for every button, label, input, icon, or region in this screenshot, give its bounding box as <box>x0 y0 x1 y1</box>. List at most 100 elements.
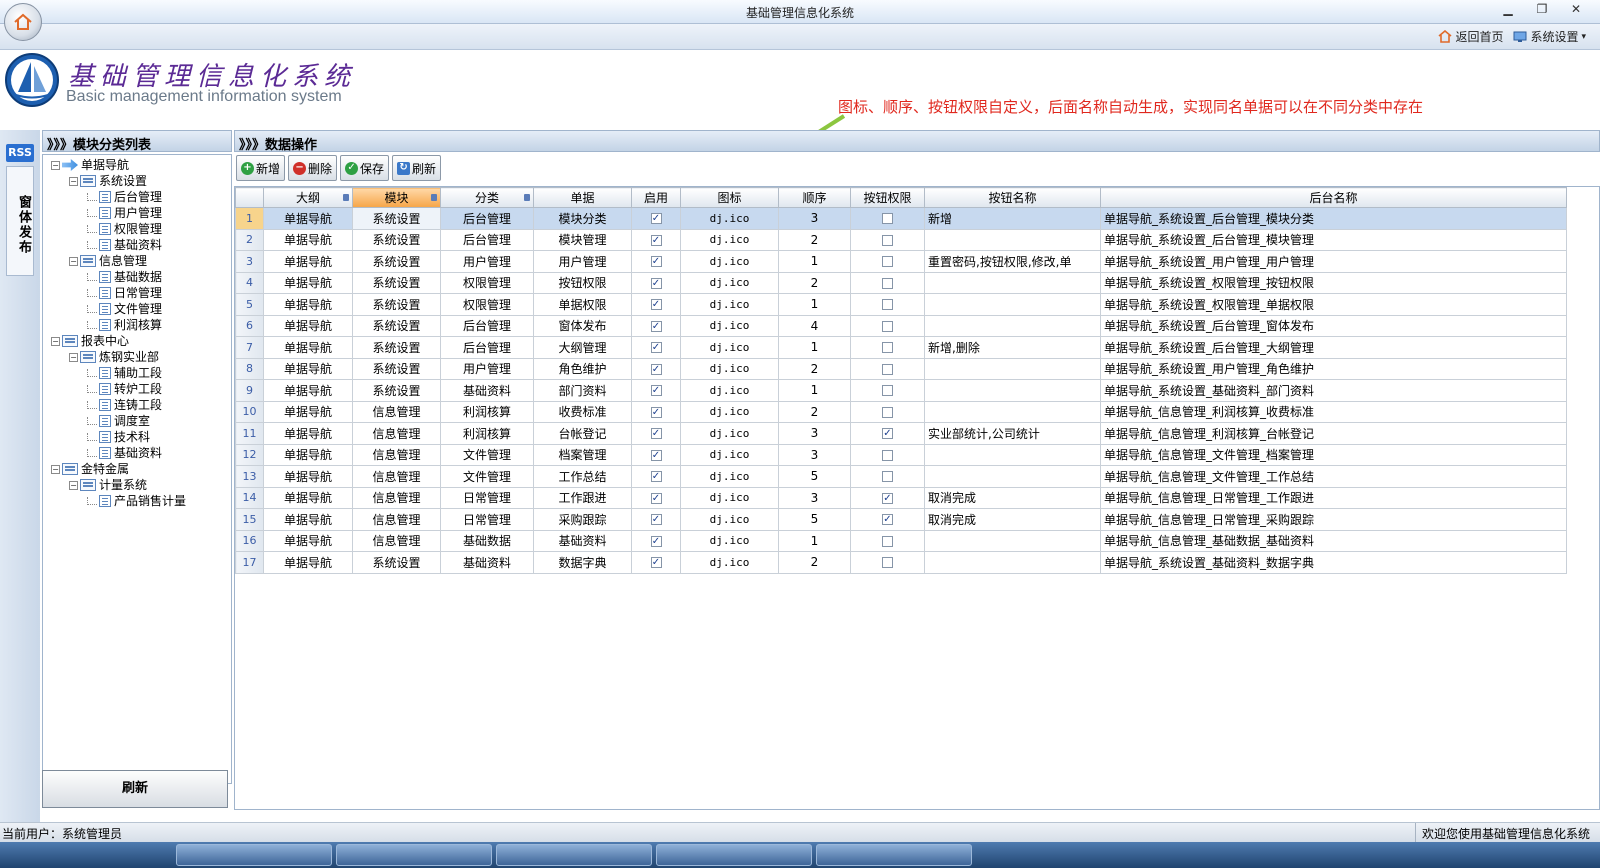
category-cell[interactable]: 权限管理 <box>440 293 534 316</box>
column-header-outline[interactable]: 大纲 <box>263 187 353 208</box>
tree-node[interactable]: 基础资料 <box>43 445 231 461</box>
table-row[interactable]: 6 单据导航 系统设置 后台管理 窗体发布 ✓ dj.ico 4 单据导航_系统设置_后台管理_… <box>235 314 1567 337</box>
backend-name-cell[interactable]: 单据导航_系统设置_后台管理_模块管理 <box>1100 228 1567 251</box>
column-header-document[interactable]: 单据 <box>533 187 632 208</box>
checked-checkbox[interactable]: ✓ <box>882 514 893 526</box>
unchecked-checkbox[interactable] <box>882 385 893 397</box>
button-permission-cell[interactable] <box>850 551 925 574</box>
row-number-cell[interactable]: 3 <box>235 250 264 273</box>
tree-node[interactable]: 连铸工段 <box>43 397 231 413</box>
taskbar-item[interactable] <box>336 844 492 866</box>
category-cell[interactable]: 用户管理 <box>440 250 534 273</box>
tree-node[interactable]: − 炼钢实业部 <box>43 349 231 365</box>
icon-cell[interactable]: dj.ico <box>680 529 779 552</box>
enabled-cell[interactable]: ✓ <box>631 357 681 380</box>
backend-name-cell[interactable]: 单据导航_信息管理_利润核算_收费标准 <box>1100 400 1567 423</box>
outline-cell[interactable]: 单据导航 <box>263 379 353 402</box>
category-cell[interactable]: 文件管理 <box>440 465 534 488</box>
category-cell[interactable]: 日常管理 <box>440 486 534 509</box>
button-name-cell[interactable] <box>924 551 1101 574</box>
checked-checkbox[interactable]: ✓ <box>650 213 662 225</box>
tree-node[interactable]: 转炉工段 <box>43 381 231 397</box>
checked-checkbox[interactable]: ✓ <box>650 342 662 354</box>
icon-cell[interactable]: dj.ico <box>680 207 779 230</box>
category-cell[interactable]: 日常管理 <box>440 508 534 531</box>
document-cell[interactable]: 单据权限 <box>533 293 632 316</box>
checked-checkbox[interactable]: ✓ <box>650 406 662 418</box>
tree-node[interactable]: − 金特金属 <box>43 461 231 477</box>
document-cell[interactable]: 基础资料 <box>533 529 632 552</box>
icon-cell[interactable]: dj.ico <box>680 508 779 531</box>
checked-checkbox[interactable]: ✓ <box>650 449 662 461</box>
icon-cell[interactable]: dj.ico <box>680 271 779 294</box>
document-cell[interactable]: 大纲管理 <box>533 336 632 359</box>
unchecked-checkbox[interactable] <box>882 234 893 246</box>
home-link[interactable]: 返回首页 <box>1438 28 1503 45</box>
order-cell[interactable]: 5 <box>778 465 851 488</box>
icon-cell[interactable]: dj.ico <box>680 486 779 509</box>
button-name-cell[interactable] <box>924 228 1101 251</box>
module-cell[interactable]: 系统设置 <box>352 379 441 402</box>
icon-cell[interactable]: dj.ico <box>680 465 779 488</box>
table-row[interactable]: 14 单据导航 信息管理 日常管理 工作跟进 ✓ dj.ico 3 ✓ 取消完成 单据导航_信息管理… <box>235 486 1567 509</box>
button-name-cell[interactable]: 取消完成 <box>924 486 1101 509</box>
checked-checkbox[interactable]: ✓ <box>650 557 662 569</box>
row-number-cell[interactable]: 10 <box>235 400 264 423</box>
outline-cell[interactable]: 单据导航 <box>263 508 353 531</box>
column-header-enabled[interactable]: 启用 <box>631 187 681 208</box>
unchecked-checkbox[interactable] <box>882 363 893 375</box>
checked-checkbox[interactable]: ✓ <box>650 514 662 526</box>
backend-name-cell[interactable]: 单据导航_系统设置_权限管理_按钮权限 <box>1100 271 1567 294</box>
enabled-cell[interactable]: ✓ <box>631 379 681 402</box>
unchecked-checkbox[interactable] <box>882 449 893 461</box>
tree-node[interactable]: 基础数据 <box>43 269 231 285</box>
module-cell[interactable]: 信息管理 <box>352 465 441 488</box>
table-row[interactable]: 8 单据导航 系统设置 用户管理 角色维护 ✓ dj.ico 2 单据导航_系统设置_用户管理_… <box>235 357 1567 380</box>
button-permission-cell[interactable] <box>850 336 925 359</box>
collapse-toggle-icon[interactable]: − <box>69 480 78 490</box>
module-cell[interactable]: 系统设置 <box>352 314 441 337</box>
order-cell[interactable]: 1 <box>778 293 851 316</box>
document-cell[interactable]: 按钮权限 <box>533 271 632 294</box>
backend-name-cell[interactable]: 单据导航_系统设置_权限管理_单据权限 <box>1100 293 1567 316</box>
unchecked-checkbox[interactable] <box>882 471 893 483</box>
backend-name-cell[interactable]: 单据导航_系统设置_用户管理_角色维护 <box>1100 357 1567 380</box>
outline-cell[interactable]: 单据导航 <box>263 250 353 273</box>
enabled-cell[interactable]: ✓ <box>631 207 681 230</box>
order-cell[interactable]: 1 <box>778 379 851 402</box>
button-name-cell[interactable] <box>924 529 1101 552</box>
outline-cell[interactable]: 单据导航 <box>263 422 353 445</box>
enabled-cell[interactable]: ✓ <box>631 336 681 359</box>
unchecked-checkbox[interactable] <box>882 320 893 332</box>
backend-name-cell[interactable]: 单据导航_系统设置_后台管理_大纲管理 <box>1100 336 1567 359</box>
category-cell[interactable]: 后台管理 <box>440 207 534 230</box>
button-permission-cell[interactable] <box>850 314 925 337</box>
tree-node[interactable]: 技术科 <box>43 429 231 445</box>
module-cell[interactable]: 系统设置 <box>352 228 441 251</box>
tree-node[interactable]: 日常管理 <box>43 285 231 301</box>
outline-cell[interactable]: 单据导航 <box>263 400 353 423</box>
outline-cell[interactable]: 单据导航 <box>263 271 353 294</box>
button-name-cell[interactable] <box>924 465 1101 488</box>
checked-checkbox[interactable]: ✓ <box>650 363 662 375</box>
button-permission-cell[interactable] <box>850 443 925 466</box>
checked-checkbox[interactable]: ✓ <box>650 256 662 268</box>
button-name-cell[interactable] <box>924 293 1101 316</box>
taskbar-item[interactable] <box>656 844 812 866</box>
document-cell[interactable]: 收费标准 <box>533 400 632 423</box>
icon-cell[interactable]: dj.ico <box>680 400 779 423</box>
row-number-cell[interactable]: 5 <box>235 293 264 316</box>
collapse-toggle-icon[interactable]: − <box>51 464 60 474</box>
category-cell[interactable]: 权限管理 <box>440 271 534 294</box>
collapse-toggle-icon[interactable]: − <box>51 160 60 170</box>
category-cell[interactable]: 基础资料 <box>440 379 534 402</box>
outline-cell[interactable]: 单据导航 <box>263 357 353 380</box>
outline-cell[interactable]: 单据导航 <box>263 228 353 251</box>
unchecked-checkbox[interactable] <box>882 342 893 354</box>
row-number-cell[interactable]: 7 <box>235 336 264 359</box>
category-cell[interactable]: 文件管理 <box>440 443 534 466</box>
button-name-cell[interactable] <box>924 379 1101 402</box>
column-header-button-name[interactable]: 按钮名称 <box>924 187 1101 208</box>
collapse-toggle-icon[interactable]: − <box>69 176 78 186</box>
document-cell[interactable]: 数据字典 <box>533 551 632 574</box>
